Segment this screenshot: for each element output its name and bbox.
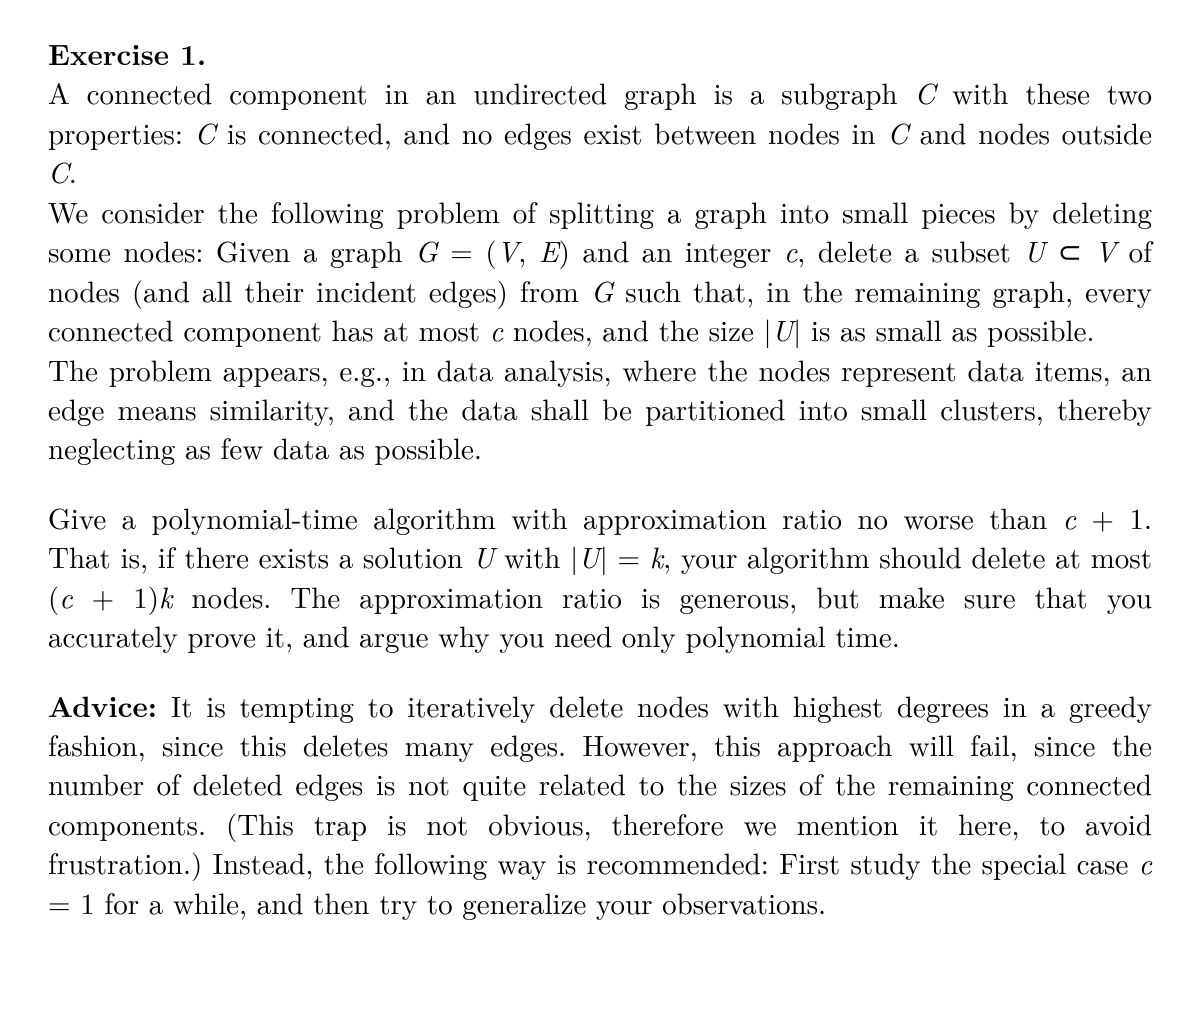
text: ) xyxy=(559,230,570,271)
math-G: G xyxy=(415,230,437,271)
text: The problem appears, e.g., in data analy… xyxy=(48,349,1152,469)
text: . xyxy=(69,151,77,192)
text: = 1 xyxy=(48,882,95,923)
paragraph-problem: We consider the following problem of spl… xyxy=(48,192,1152,350)
text: = xyxy=(608,536,650,577)
math-U: U xyxy=(578,536,600,577)
math-V: V xyxy=(497,230,519,271)
heading-line: Exercise 1. xyxy=(48,34,1152,73)
math-C: C xyxy=(195,112,216,153)
abs-bar: | xyxy=(764,309,772,350)
text: , delete a subset xyxy=(797,230,1023,271)
text: and nodes outside xyxy=(908,112,1152,153)
abs-bar: | xyxy=(600,536,608,577)
math-C: C xyxy=(887,112,908,153)
text: nodes. The approximation ratio is genero… xyxy=(48,576,1152,656)
text: with xyxy=(494,536,570,577)
paragraph-gap xyxy=(48,656,1152,686)
paragraph-advice: Advice: It is tempting to iteratively de… xyxy=(48,686,1152,923)
math-c: c xyxy=(1063,497,1076,538)
text: + 1) xyxy=(73,576,159,617)
text: is connected, and no edges exist between… xyxy=(215,112,887,153)
text: ( xyxy=(48,576,59,617)
text: , your algorithm should delete at most xyxy=(663,536,1152,577)
math-C: C xyxy=(914,72,935,113)
text: , xyxy=(518,230,539,271)
math-c: c xyxy=(784,230,797,271)
text: and an integer xyxy=(570,230,784,271)
math-U: U xyxy=(772,309,794,350)
math-c: c xyxy=(1139,842,1152,883)
math-E: E xyxy=(539,230,559,271)
math-k: k xyxy=(159,576,172,617)
paragraph-definition: A connected component in an undirected g… xyxy=(48,73,1152,191)
paragraph-context: The problem appears, e.g., in data analy… xyxy=(48,350,1152,468)
text: Give a polynomial-time algorithm with ap… xyxy=(48,497,1063,538)
math-C: C xyxy=(48,151,69,192)
text: is as small as possible. xyxy=(801,309,1094,350)
math-c: c xyxy=(490,309,503,350)
text: = ( xyxy=(438,230,497,271)
abs-bar: | xyxy=(570,536,578,577)
subset-symbol: ⊂ xyxy=(1045,230,1094,271)
text: for a while, and then try to generalize … xyxy=(95,882,826,923)
text: A connected component in an undirected g… xyxy=(48,72,914,113)
paragraph-gap xyxy=(48,468,1152,498)
exercise-heading: Exercise 1. xyxy=(48,32,206,74)
math-V: V xyxy=(1094,230,1116,271)
math-G: G xyxy=(591,270,613,311)
text: nodes, and the size xyxy=(503,309,763,350)
math-k: k xyxy=(650,536,663,577)
math-U: U xyxy=(1023,230,1045,271)
paragraph-task: Give a polynomial-time algorithm with ap… xyxy=(48,498,1152,656)
math-c: c xyxy=(59,576,72,617)
math-U: U xyxy=(473,536,495,577)
text: It is tempting to iteratively delete nod… xyxy=(48,685,1152,884)
abs-bar: | xyxy=(793,309,801,350)
exercise-page: Exercise 1. A connected component in an … xyxy=(0,0,1200,1030)
advice-label: Advice: xyxy=(48,684,157,726)
text: + 1 xyxy=(1076,497,1144,538)
